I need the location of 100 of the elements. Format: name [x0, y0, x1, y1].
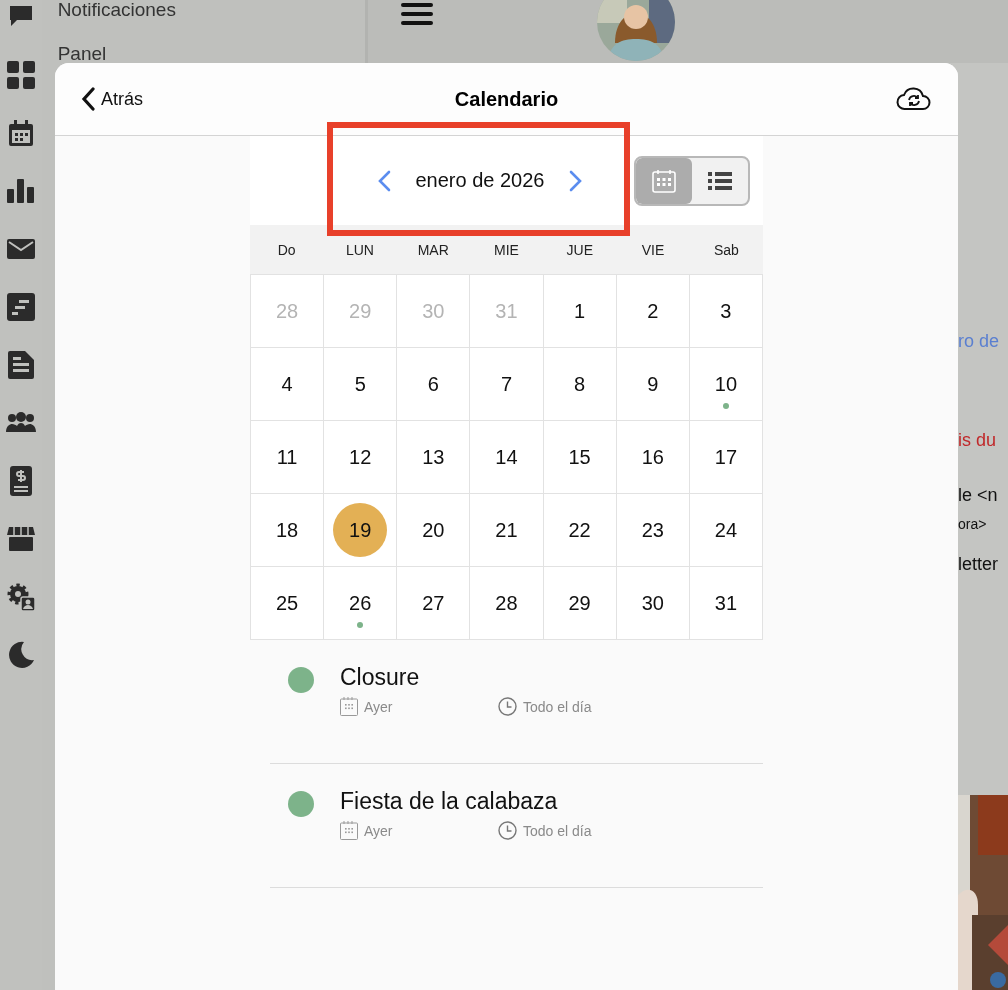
group-icon[interactable] — [5, 412, 36, 434]
day-number: 4 — [280, 371, 294, 397]
day-cell[interactable]: 28 — [470, 567, 544, 640]
day-number: 23 — [640, 517, 665, 543]
day-cell[interactable]: 27 — [397, 567, 471, 640]
day-number: 17 — [713, 444, 739, 470]
day-number: 24 — [713, 517, 739, 543]
day-cell[interactable]: 31 — [689, 567, 763, 640]
day-cell[interactable]: 3 — [689, 275, 763, 348]
day-number: 8 — [573, 371, 587, 397]
list-icon — [708, 170, 732, 191]
calendar-icon — [340, 821, 358, 840]
event-title: Closure — [340, 664, 421, 691]
day-cell[interactable]: 6 — [397, 348, 471, 421]
day-number: 29 — [348, 298, 373, 324]
event-date: Ayer — [364, 698, 394, 715]
menu-icon[interactable] — [401, 3, 433, 25]
day-number: 5 — [353, 371, 367, 397]
background-text: le <n — [958, 485, 999, 506]
document-icon[interactable] — [7, 351, 34, 379]
day-cell[interactable]: 5 — [324, 348, 398, 421]
day-number: 31 — [494, 298, 519, 324]
day-cell[interactable]: 22 — [543, 494, 617, 567]
background-text: ora> — [958, 516, 988, 532]
day-cell[interactable]: 2 — [616, 275, 690, 348]
day-cell[interactable]: 4 — [251, 348, 325, 421]
moon-icon[interactable] — [6, 641, 35, 669]
day-number: 14 — [494, 444, 519, 470]
bar-chart-icon[interactable] — [6, 179, 35, 203]
weekday-label: Sab — [712, 241, 740, 258]
store-icon[interactable] — [6, 527, 35, 551]
day-number: 9 — [646, 371, 660, 397]
day-number: 28 — [494, 590, 519, 616]
day-cell[interactable]: 11 — [251, 421, 325, 494]
background-text: letter — [958, 554, 1000, 575]
month-label: enero de 2026 — [415, 169, 545, 192]
day-number: 28 — [274, 298, 300, 324]
day-number: 18 — [274, 517, 300, 543]
mail-icon[interactable] — [6, 239, 35, 259]
day-cell[interactable]: 10 — [689, 348, 763, 421]
day-cell[interactable]: 8 — [543, 348, 617, 421]
day-cell[interactable]: 18 — [251, 494, 325, 567]
day-cell[interactable]: 16 — [616, 421, 690, 494]
weekday-label: Do — [276, 241, 297, 258]
calendar-icon[interactable] — [8, 120, 33, 146]
notes-icon[interactable] — [6, 293, 35, 321]
day-number: 7 — [499, 371, 514, 397]
day-number: 3 — [719, 298, 733, 324]
day-cell[interactable]: 30 — [616, 567, 690, 640]
event-time: Todo el día — [523, 698, 592, 715]
day-number: 19 — [333, 503, 388, 557]
weekday-label: VIE — [640, 241, 666, 258]
menu-item[interactable]: Notificaciones — [57, 0, 365, 32]
chevron-left-icon — [81, 87, 95, 111]
day-cell[interactable]: 12 — [324, 421, 398, 494]
day-number: 10 — [713, 371, 739, 397]
weekday-label: JUE — [565, 241, 594, 258]
day-cell[interactable]: 26 — [324, 567, 398, 640]
day-number: 1 — [573, 298, 587, 324]
event-title: Fiesta de la calabaza — [340, 788, 559, 815]
event-time: Todo el día — [523, 822, 592, 839]
day-cell[interactable]: 1 — [543, 275, 617, 348]
day-cell[interactable]: 29 — [543, 567, 617, 640]
settings-icon[interactable] — [6, 583, 35, 611]
day-number: 26 — [348, 590, 373, 616]
grid-icon[interactable] — [6, 61, 35, 89]
weekday-label: MIE — [493, 241, 520, 258]
day-cell[interactable]: 17 — [689, 421, 763, 494]
background-text: is du — [958, 430, 998, 451]
day-number: 21 — [494, 517, 519, 543]
day-cell[interactable]: 7 — [470, 348, 544, 421]
day-number: 16 — [640, 444, 665, 470]
day-cell[interactable]: 13 — [397, 421, 471, 494]
dollar-document-icon[interactable] — [9, 466, 32, 496]
day-cell[interactable]: 24 — [689, 494, 763, 567]
back-button[interactable]: Atrás — [81, 87, 143, 111]
day-cell[interactable]: 25 — [251, 567, 325, 640]
day-number: 11 — [275, 444, 299, 470]
cloud-sync-icon[interactable] — [896, 87, 932, 111]
weekday-label: MAR — [416, 241, 450, 258]
day-number: 6 — [426, 371, 440, 397]
clock-icon — [498, 697, 517, 716]
dialog-title: Calendario — [454, 87, 559, 111]
day-number: 15 — [567, 444, 592, 470]
day-cell[interactable]: 21 — [470, 494, 544, 567]
day-number: 20 — [421, 517, 446, 543]
day-cell[interactable]: 20 — [397, 494, 471, 567]
day-cell[interactable]: 15 — [543, 421, 617, 494]
day-number: 27 — [421, 590, 446, 616]
day-number: 30 — [421, 298, 446, 324]
day-number: 25 — [274, 590, 300, 616]
day-number: 13 — [421, 444, 446, 470]
day-cell[interactable]: 9 — [616, 348, 690, 421]
day-cell[interactable]: 19 — [324, 494, 398, 567]
day-cell[interactable]: 23 — [616, 494, 690, 567]
day-cell[interactable]: 14 — [470, 421, 544, 494]
calendar-icon — [340, 697, 358, 716]
chat-icon[interactable] — [7, 6, 34, 28]
background-text: ro de — [958, 331, 1001, 352]
weekday-label: LUN — [344, 241, 375, 258]
